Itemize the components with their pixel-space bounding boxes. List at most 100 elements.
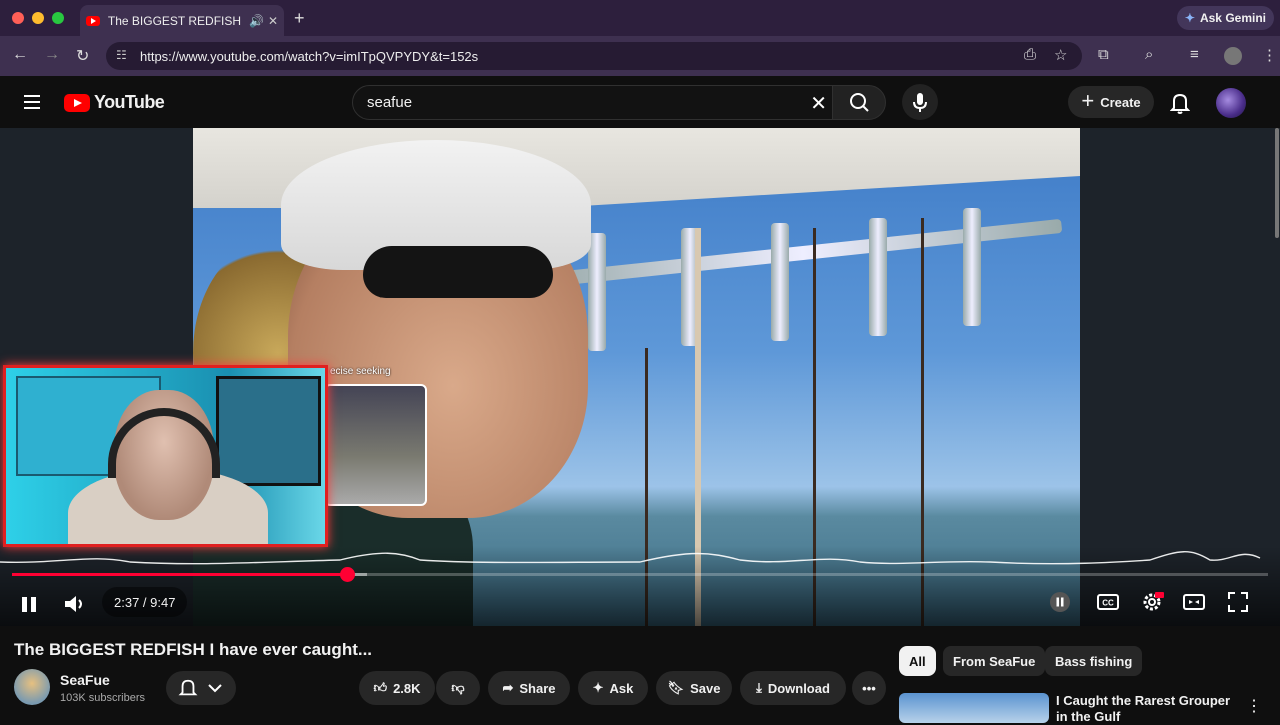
autoplay-toggle-icon[interactable] [1048, 590, 1072, 614]
played-bar [12, 573, 348, 576]
miniplayer-icon[interactable] [1182, 590, 1206, 614]
account-avatar[interactable] [1216, 88, 1246, 118]
svg-text:CC: CC [1102, 599, 1114, 608]
gemini-sparkle-icon: ✦ [1184, 11, 1195, 25]
voice-search-button[interactable] [902, 84, 938, 120]
search-value: seafue [367, 94, 413, 111]
create-button[interactable]: + Create [1068, 86, 1154, 118]
bookmark-icon: 🔖︎ [667, 680, 685, 695]
search-input[interactable]: seafue ✕ [352, 85, 840, 120]
search-button[interactable] [832, 85, 886, 120]
save-button[interactable]: 🔖︎ Save [656, 671, 732, 705]
rod-holder [869, 218, 887, 336]
back-button[interactable]: ← [12, 46, 28, 64]
install-app-icon[interactable]: ⎙ [1024, 46, 1036, 63]
url-text: https://www.youtube.com/watch?v=imITpQVP… [140, 48, 479, 64]
youtube-logo[interactable]: YouTube [64, 92, 165, 113]
forward-button[interactable]: → [44, 46, 60, 64]
bookmark-star-icon[interactable]: ☆ [1054, 46, 1067, 64]
notifications-bell-icon[interactable] [1170, 92, 1190, 114]
time-display: 2:37 / 9:47 [102, 587, 188, 617]
speaker-icon[interactable]: 🔊 [249, 14, 264, 28]
thumbs-up-icon: 👍︎ [373, 680, 388, 695]
channel-avatar[interactable] [14, 669, 50, 705]
new-tab-button[interactable]: + [294, 8, 305, 29]
like-button[interactable]: 👍︎ 2.8K [359, 671, 435, 705]
plus-icon: + [1081, 88, 1095, 113]
download-button[interactable]: ⤓ Download [740, 671, 846, 705]
like-count: 2.8K [393, 680, 421, 696]
rod-holder [771, 223, 789, 341]
search-icon [850, 93, 869, 112]
close-window-button[interactable] [12, 12, 24, 24]
video-player[interactable]: ecise seeking 2:37 / 9:47 CC [0, 128, 1280, 626]
recommendation-menu-icon[interactable]: ⋮ [1246, 696, 1262, 716]
share-label: Share [519, 680, 556, 696]
site-info-icon[interactable]: ☷ [116, 48, 127, 62]
ask-button[interactable]: ✦ Ask [578, 671, 648, 705]
lens-icon[interactable]: ⌕ [1145, 46, 1153, 63]
more-horizontal-icon: ••• [862, 680, 876, 696]
share-arrow-icon: ➦ [502, 680, 514, 695]
youtube-play-icon [64, 93, 90, 112]
subscriber-count: 103K subscribers [60, 692, 145, 704]
browser-tab[interactable]: The BIGGEST REDFISH I have ever caught..… [80, 5, 284, 36]
seek-preview-thumbnail [324, 384, 427, 506]
channel-name[interactable]: SeaFue [60, 672, 110, 688]
logo-text: YouTube [94, 92, 165, 112]
address-toolbar: ← → ↻ ☷ https://www.youtube.com/watch?v=… [0, 36, 1280, 76]
minimize-window-button[interactable] [32, 12, 44, 24]
download-label: Download [767, 680, 830, 696]
sparkle-icon: ✦ [592, 680, 604, 695]
chevron-down-icon [208, 684, 222, 693]
rod-holder [963, 208, 981, 326]
dislike-button[interactable]: 👎︎ [436, 671, 480, 705]
browser-tab-bar: The BIGGEST REDFISH I have ever caught..… [0, 0, 1280, 36]
pause-icon[interactable] [18, 590, 40, 618]
extensions-icon[interactable]: ⧉ [1098, 46, 1109, 63]
rod-holder [588, 233, 606, 351]
subscription-bell-button[interactable] [166, 671, 236, 705]
menu-icon[interactable] [24, 95, 40, 109]
recommendation-title[interactable]: I Caught the Rarest Grouper in the Gulf [1056, 693, 1236, 725]
person-sunglasses [363, 246, 553, 298]
page-scrollbar[interactable] [1275, 128, 1279, 238]
webcam-overlay [3, 365, 328, 547]
reload-button[interactable]: ↻ [76, 46, 89, 66]
browser-menu-icon[interactable]: ⋮ [1262, 46, 1277, 64]
microphone-icon [913, 93, 927, 112]
heatmap-waveform [0, 551, 1261, 565]
url-bar[interactable]: ☷ https://www.youtube.com/watch?v=imITpQ… [106, 42, 1082, 70]
save-label: Save [690, 680, 721, 696]
captions-icon[interactable]: CC [1096, 590, 1120, 614]
clear-search-icon[interactable]: ✕ [810, 91, 827, 116]
volume-icon[interactable] [62, 590, 88, 618]
close-tab-icon[interactable]: ✕ [268, 14, 278, 28]
chip-all[interactable]: All [899, 646, 936, 676]
bell-icon [178, 679, 198, 696]
ask-gemini-button[interactable]: ✦ Ask Gemini [1176, 6, 1274, 30]
zoom-window-button[interactable] [52, 12, 64, 24]
time-text: 2:37 / 9:47 [114, 594, 176, 610]
recommendation-thumbnail[interactable] [899, 693, 1049, 723]
seek-preview-label: ecise seeking [330, 366, 391, 377]
video-title: The BIGGEST REDFISH I have ever caught..… [14, 640, 373, 659]
more-actions-button[interactable]: ••• [852, 671, 886, 705]
fullscreen-icon[interactable] [1226, 590, 1250, 614]
ask-label: Ask [609, 680, 634, 696]
media-controls-icon[interactable]: ≡ [1190, 46, 1199, 63]
profile-icon[interactable] [1224, 47, 1242, 65]
chip-bass-fishing[interactable]: Bass fishing [1045, 646, 1143, 676]
wall-painting [216, 376, 321, 486]
share-button[interactable]: ➦ Share [488, 671, 570, 705]
youtube-favicon-icon [86, 15, 100, 26]
settings-gear-icon[interactable] [1140, 590, 1164, 614]
chip-from-channel[interactable]: From SeaFue [943, 646, 1046, 676]
download-icon: ⤓ [756, 680, 762, 695]
boat-rail [543, 218, 1063, 288]
video-details: The BIGGEST REDFISH I have ever caught..… [0, 626, 1280, 724]
ask-gemini-label: Ask Gemini [1199, 11, 1266, 25]
create-label: Create [1100, 94, 1141, 110]
progress-bar[interactable] [12, 567, 1268, 582]
youtube-header: YouTube seafue ✕ + Create [0, 76, 1280, 128]
